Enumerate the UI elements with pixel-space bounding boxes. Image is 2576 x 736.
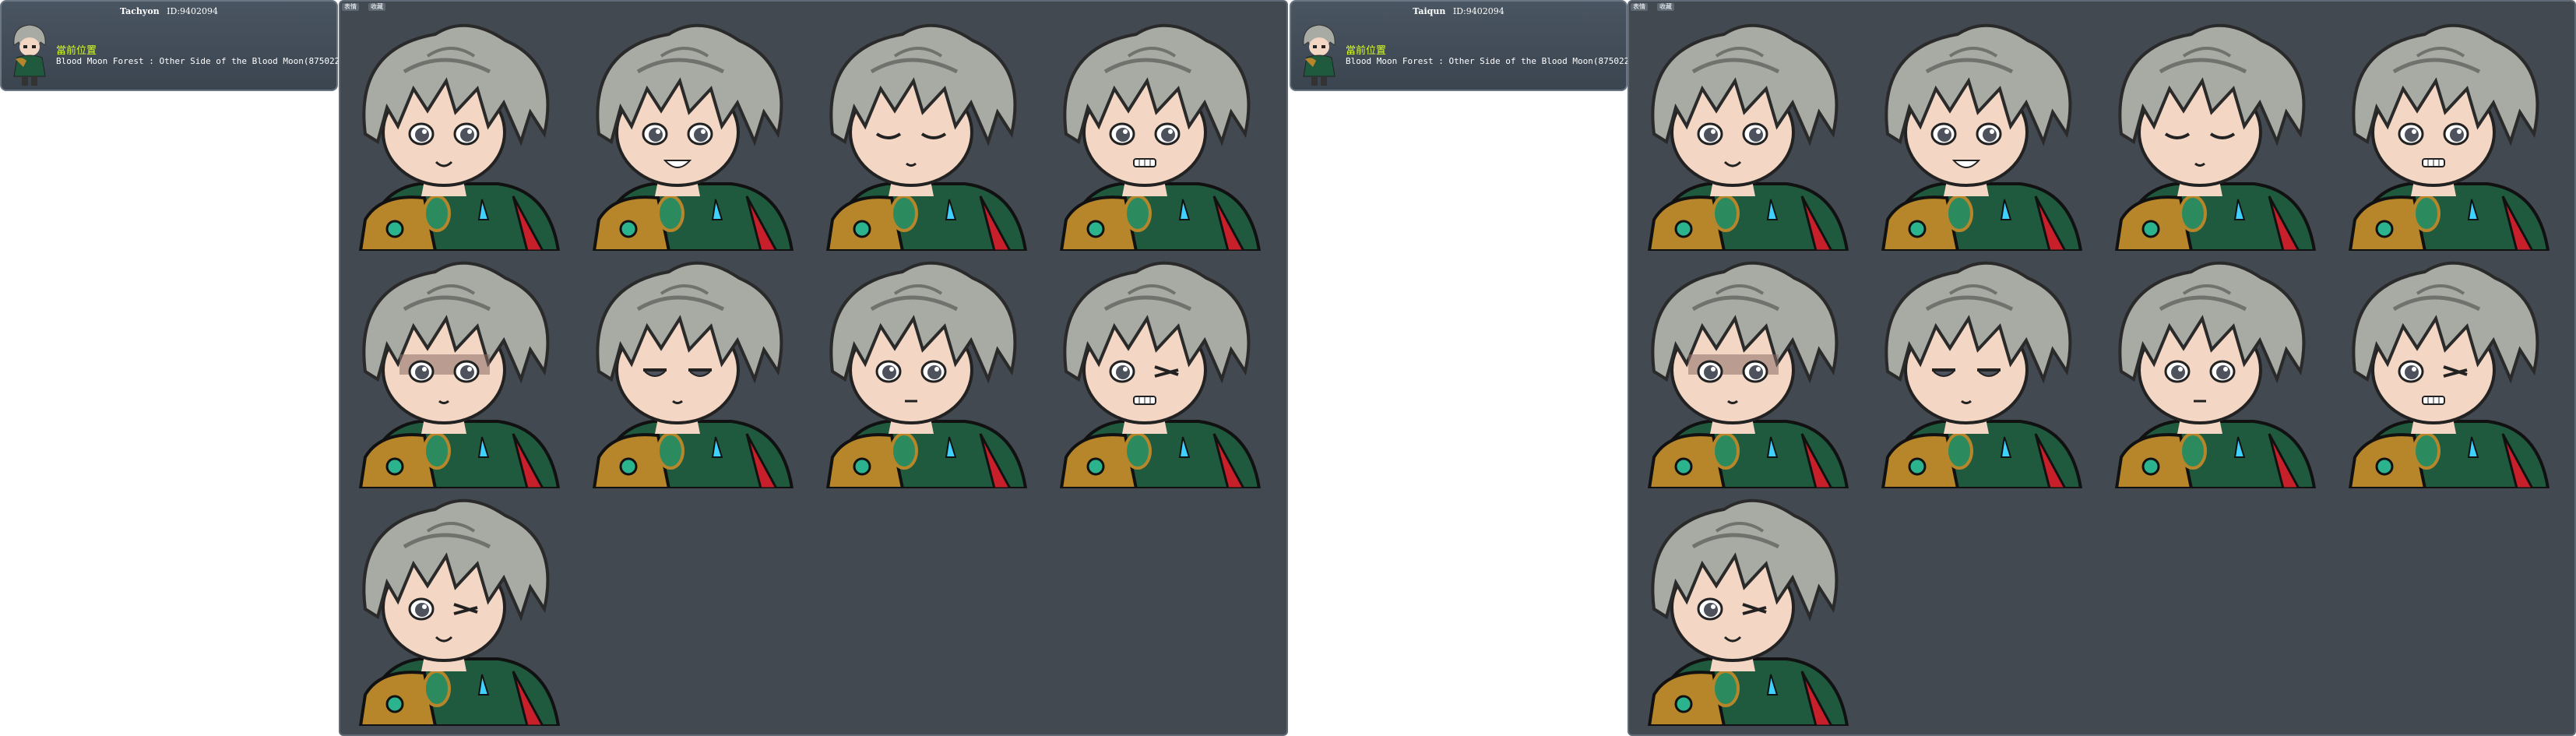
emote-portrait[interactable] (350, 492, 569, 726)
emote-portrait[interactable] (2106, 17, 2325, 251)
tab-favorites[interactable]: 收藏 (368, 3, 385, 11)
character-info-card: Taiqun ID:9402094 當前位置 Blood Moon Forest… (1290, 0, 1650, 91)
emote-portrait[interactable] (817, 255, 1036, 488)
character-id: ID:9402094 (167, 6, 219, 16)
emote-portrait[interactable] (817, 17, 1036, 251)
emote-panel: 表情 收藏 (339, 0, 1288, 736)
tab-emotes[interactable]: 表情 (342, 3, 359, 11)
emote-portrait[interactable] (2106, 255, 2325, 488)
character-id: ID:9402094 (1452, 6, 1504, 16)
tab-favorites[interactable]: 收藏 (1657, 3, 1674, 11)
emote-portrait[interactable] (350, 255, 569, 488)
emote-portrait[interactable] (1638, 492, 1858, 726)
character-info-card: Tachyon ID:9402094 當前位置 Blood Moon Fores… (0, 0, 361, 91)
emote-portrait[interactable] (1872, 17, 2092, 251)
location-label: 當前位置 (56, 45, 97, 57)
emote-portrait[interactable] (350, 17, 569, 251)
character-avatar-icon (1303, 24, 1336, 86)
character-title-row: Taiqun ID:9402094 (1291, 6, 1626, 16)
tab-emotes[interactable]: 表情 (1631, 3, 1648, 11)
character-name: Tachyon (119, 6, 160, 16)
character-avatar-icon (13, 24, 46, 86)
emote-portrait[interactable] (583, 17, 803, 251)
emote-portrait[interactable] (1638, 255, 1858, 488)
emote-portrait[interactable] (2339, 17, 2559, 251)
emote-portrait[interactable] (1638, 17, 1858, 251)
character-title-row: Tachyon ID:9402094 (2, 6, 336, 16)
location-text: Blood Moon Forest : Other Side of the Bl… (1346, 56, 1650, 66)
emote-portrait[interactable] (583, 255, 803, 488)
emote-panel: 表情 收藏 (1628, 0, 2576, 736)
emote-portrait[interactable] (1050, 17, 1270, 251)
emote-portrait[interactable] (2339, 255, 2559, 488)
location-text: Blood Moon Forest : Other Side of the Bl… (56, 56, 361, 66)
character-name: Taiqun (1413, 6, 1446, 16)
emote-portrait[interactable] (1872, 255, 2092, 488)
emote-portrait[interactable] (1050, 255, 1270, 488)
location-label: 當前位置 (1346, 45, 1387, 57)
